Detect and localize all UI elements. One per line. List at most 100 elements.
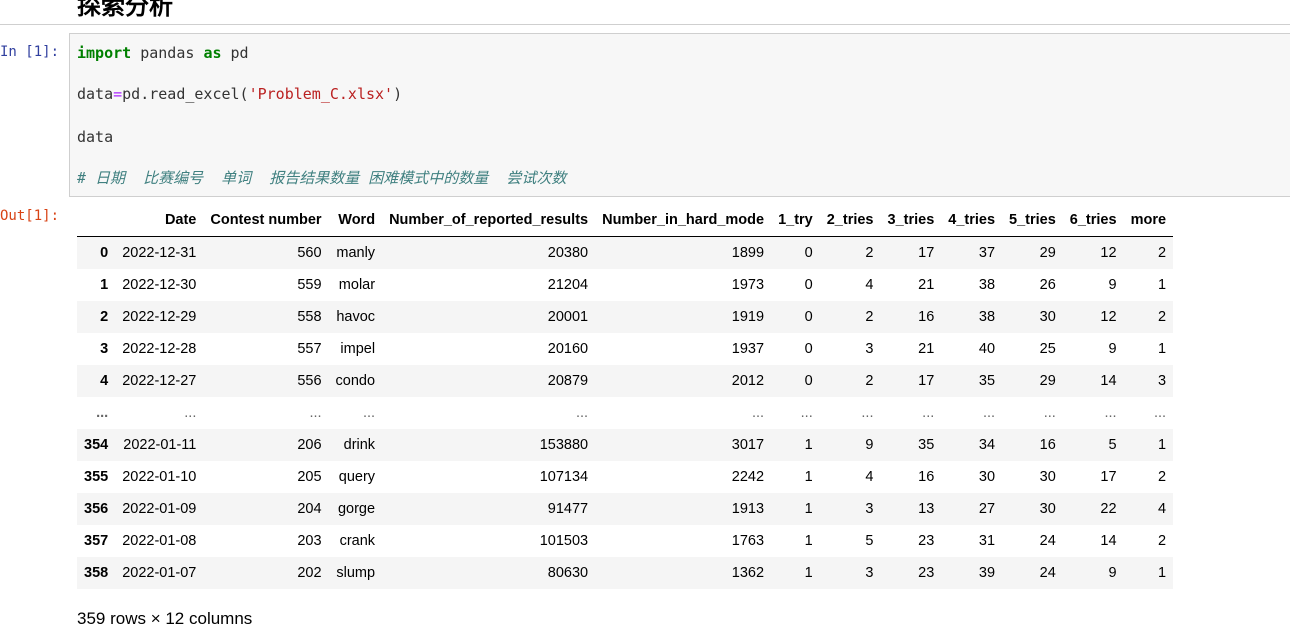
output-prompt: Out[1]:	[0, 208, 60, 224]
table-cell: ...	[751, 404, 765, 421]
table-cell: 2012	[731, 372, 765, 389]
table-row: 355 2022-01-10 205 query 107134 2242 1 4 16 30 30 1…	[77, 461, 1173, 493]
table-cell: 16	[918, 468, 935, 485]
table-cell: 20160	[547, 340, 589, 357]
table-cell: 23	[918, 532, 935, 549]
table-cell: ...	[576, 404, 589, 421]
table-cell: 30	[1039, 308, 1056, 325]
table-cell: 40	[978, 340, 996, 357]
table-cell: 101503	[539, 532, 589, 549]
code-text: pd.read_excel(	[122, 85, 249, 103]
table-cell: ...	[309, 404, 322, 421]
table-cell: 38	[978, 308, 996, 325]
table-cell: 2	[865, 244, 874, 261]
heading-divider	[0, 24, 1290, 25]
table-cell: 0	[804, 372, 813, 389]
section-heading: 探索分析	[77, 0, 173, 20]
table-cell: 556	[297, 372, 322, 389]
column-header: Number_in_hard_mode	[595, 205, 772, 237]
table-cell: 80630	[547, 564, 589, 581]
row-index: ...	[96, 404, 109, 421]
row-index: 2	[100, 308, 109, 325]
column-header: 1_try	[771, 205, 820, 237]
column-header: Word	[328, 205, 383, 237]
column-header: 5_tries	[1002, 205, 1063, 237]
row-index: 1	[100, 276, 109, 293]
table-cell: 5	[1108, 436, 1117, 453]
table-cell: 557	[297, 340, 322, 357]
table-cell: 2	[865, 372, 874, 389]
table-cell: 26	[1039, 276, 1056, 293]
column-header: more	[1123, 205, 1174, 237]
table-cell: 1763	[731, 532, 765, 549]
table-cell: crank	[339, 532, 376, 549]
table-cell: 16	[1039, 436, 1056, 453]
table-cell: 4	[1157, 500, 1167, 517]
column-header: 4_tries	[941, 205, 1003, 237]
index-header	[77, 205, 116, 237]
table-cell: 21	[918, 340, 935, 357]
table-cell: 20380	[547, 244, 589, 261]
dataframe-shape: 359 rows × 12 columns	[77, 609, 253, 628]
table-cell: molar	[338, 276, 376, 293]
table-cell: 25	[1039, 340, 1056, 357]
column-header: 2_tries	[819, 205, 881, 237]
table-cell: 1362	[731, 564, 765, 581]
code-text: pandas	[131, 44, 204, 62]
table-cell: 2022-12-29	[122, 308, 197, 325]
table-cell: 558	[297, 308, 322, 325]
table-cell: 1	[1157, 436, 1167, 453]
table-cell: 39	[978, 564, 996, 581]
table-cell: 29	[1039, 244, 1056, 261]
table-cell: ...	[1043, 404, 1056, 421]
table-cell: 2	[1157, 468, 1167, 485]
table-cell: 107134	[539, 468, 589, 485]
row-index: 0	[100, 244, 109, 261]
table-cell: 1	[804, 564, 813, 581]
table-cell: 9	[1108, 340, 1117, 357]
table-cell: ...	[184, 404, 197, 421]
table-cell: 2022-01-10	[122, 468, 197, 485]
table-cell: ...	[922, 404, 935, 421]
code-line-3: data	[77, 128, 114, 146]
table-cell: 204	[297, 500, 322, 517]
row-index: 356	[84, 500, 109, 517]
row-index: 355	[84, 468, 109, 485]
table-cell: 20001	[547, 308, 589, 325]
table-cell: drink	[343, 436, 376, 453]
table-row: 354 2022-01-11 206 drink 153880 3017 1 9 35 34 16 5…	[77, 429, 1174, 461]
table-cell: 35	[978, 372, 996, 389]
table-cell: slump	[336, 564, 376, 581]
table-cell: 3017	[731, 436, 765, 453]
table-cell: 1	[804, 500, 813, 517]
table-cell: ...	[1104, 404, 1117, 421]
table-row: 357 2022-01-08 203 crank 101503 1763 1 5 23 31 24 1…	[77, 525, 1173, 557]
table-cell: gorge	[337, 500, 376, 517]
row-index: 4	[100, 372, 109, 389]
operator-assign: =	[113, 85, 123, 103]
table-cell: 17	[918, 244, 935, 261]
code-cell-editor[interactable]: import pandas as pd data=pd.read_excel('…	[69, 33, 1290, 197]
table-cell: condo	[335, 372, 376, 389]
table-row: .......................................	[77, 397, 1173, 429]
table-cell: 1899	[731, 244, 765, 261]
row-index: 358	[84, 564, 109, 581]
column-header: Contest number	[203, 205, 329, 237]
table-cell: ...	[800, 404, 813, 421]
table-cell: 2022-12-30	[122, 276, 197, 293]
code-comment-line: # 日期 比赛编号 单词 报告结果数量 困难模式中的数量 尝试次数	[77, 169, 567, 187]
table-cell: 0	[804, 308, 813, 325]
row-index: 357	[84, 532, 109, 549]
table-cell: ...	[861, 404, 874, 421]
table-cell: 30	[1039, 500, 1056, 517]
table-cell: 27	[978, 500, 996, 517]
table-cell: 12	[1100, 244, 1117, 261]
table-cell: 5	[865, 532, 874, 549]
table-row: 356 2022-01-09 204 gorge 91477 1913 1 3 13 27 30 22…	[77, 493, 1174, 525]
table-cell: 153880	[539, 436, 589, 453]
table-cell: 4	[865, 276, 874, 293]
table-cell: havoc	[336, 308, 376, 325]
keyword-as: as	[203, 44, 222, 62]
table-cell: 2	[1157, 532, 1167, 549]
table-cell: 20879	[547, 372, 589, 389]
